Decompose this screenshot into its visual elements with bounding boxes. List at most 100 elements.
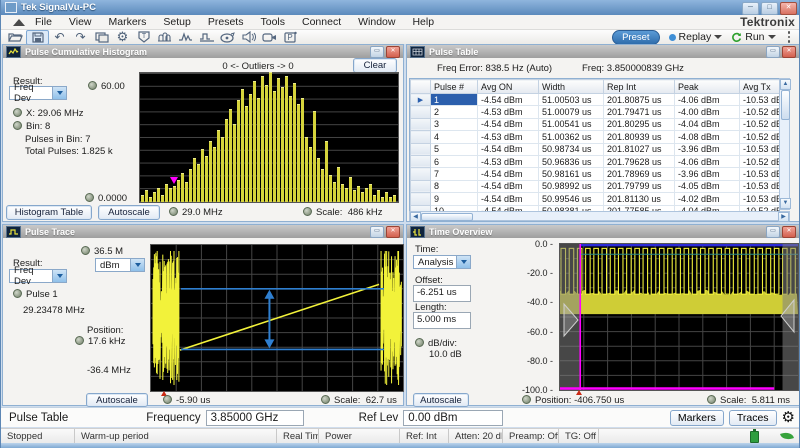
chevron-down-icon[interactable] bbox=[52, 87, 66, 99]
menu-item-presets[interactable]: Presets bbox=[208, 16, 244, 28]
time-dropdown[interactable]: Analysis bbox=[413, 255, 471, 269]
ref-level-input[interactable]: 0.00 dBm bbox=[403, 410, 503, 426]
pulse-trace-minimize-button[interactable]: ▭ bbox=[370, 226, 384, 238]
clear-button[interactable]: Clear bbox=[353, 58, 397, 73]
settings-gear-icon[interactable]: ⚙ bbox=[782, 410, 795, 425]
table-row[interactable]: ▶1-4.54 dBm51.00503 us201.80875 us-4.06 … bbox=[411, 94, 781, 106]
undo-icon[interactable]: ↶ bbox=[49, 31, 70, 44]
adjust-knob-icon[interactable] bbox=[163, 395, 172, 404]
col-header-avg-tx[interactable]: Avg Tx bbox=[740, 80, 781, 94]
pulse-table-vscrollbar[interactable]: ▲ ▼ bbox=[779, 78, 790, 210]
menu-item-markers[interactable]: Markers bbox=[109, 16, 147, 28]
maximize-window-button[interactable]: □ bbox=[761, 2, 778, 15]
table-row[interactable]: 4-4.53 dBm51.00362 us201.80939 us-4.08 d… bbox=[411, 131, 781, 143]
menu-item-connect[interactable]: Connect bbox=[302, 16, 341, 28]
save-icon[interactable] bbox=[26, 30, 49, 45]
time-overview-chart[interactable] bbox=[559, 243, 799, 391]
time-overview-minimize-button[interactable]: ▭ bbox=[766, 226, 780, 238]
pulse-table-titlebar[interactable]: Pulse Table ▭ ✕ bbox=[407, 45, 799, 58]
spectrum-icon[interactable] bbox=[154, 31, 175, 44]
row-selector[interactable] bbox=[411, 155, 431, 167]
time-overview-titlebar[interactable]: Time Overview ▭ ✕ bbox=[407, 225, 799, 238]
adjust-knob-icon[interactable] bbox=[75, 336, 84, 345]
scroll-up-icon[interactable]: ▲ bbox=[780, 79, 791, 90]
histogram-minimize-button[interactable]: ▭ bbox=[370, 46, 384, 58]
row-selector[interactable] bbox=[411, 118, 431, 130]
markers-button[interactable]: Markers bbox=[670, 410, 724, 426]
window-titlebar[interactable]: Tek SignalVu-PC ─ □ ✕ bbox=[1, 0, 800, 15]
row-selector[interactable]: ▶ bbox=[411, 94, 431, 106]
scroll-left-icon[interactable]: ◀ bbox=[410, 212, 421, 222]
adjust-knob-icon[interactable] bbox=[321, 395, 330, 404]
settings-gear-icon[interactable]: ⚙ bbox=[112, 31, 133, 44]
pulse-table-hscrollbar[interactable]: ◀ ▶ bbox=[409, 211, 790, 221]
trigger-tag-icon[interactable]: T bbox=[133, 31, 154, 44]
minimize-window-button[interactable]: ─ bbox=[742, 2, 759, 15]
menu-item-view[interactable]: View bbox=[69, 16, 92, 28]
adjust-knob-icon[interactable] bbox=[415, 338, 424, 347]
pulse-table-close-button[interactable]: ✕ bbox=[782, 46, 796, 58]
adjust-knob-icon[interactable] bbox=[88, 81, 97, 90]
table-row[interactable]: 9-4.54 dBm50.99546 us201.81130 us-4.02 d… bbox=[411, 193, 781, 205]
row-selector[interactable] bbox=[411, 106, 431, 118]
col-header-width[interactable]: Width bbox=[539, 80, 604, 94]
time-domain-icon[interactable] bbox=[196, 31, 217, 44]
col-header-pulse-[interactable]: Pulse # bbox=[431, 80, 478, 94]
histogram-table-button[interactable]: Histogram Table bbox=[6, 205, 92, 220]
chevron-down-icon[interactable] bbox=[456, 256, 470, 268]
row-selector[interactable] bbox=[411, 131, 431, 143]
adjust-knob-icon[interactable] bbox=[522, 395, 531, 404]
unit-dropdown[interactable]: dBm bbox=[95, 258, 145, 272]
col-header-rep-int[interactable]: Rep Int bbox=[604, 80, 675, 94]
menu-item-help[interactable]: Help bbox=[412, 16, 434, 28]
run-dropdown-caret-icon[interactable] bbox=[768, 35, 776, 39]
table-row[interactable]: 3-4.54 dBm51.00541 us201.80295 us-4.04 d… bbox=[411, 118, 781, 130]
menu-item-setup[interactable]: Setup bbox=[163, 16, 190, 28]
overview-autoscale-button[interactable]: Autoscale bbox=[413, 393, 469, 407]
offset-input[interactable]: -6.251 us bbox=[413, 285, 471, 302]
chevron-down-icon[interactable] bbox=[130, 259, 144, 271]
adjust-knob-icon[interactable] bbox=[13, 108, 22, 117]
scroll-down-icon[interactable]: ▼ bbox=[780, 198, 791, 209]
open-folder-icon[interactable] bbox=[5, 31, 26, 44]
menu-item-file[interactable]: File bbox=[35, 16, 52, 28]
vscroll-thumb[interactable] bbox=[781, 90, 790, 120]
adjust-knob-icon[interactable] bbox=[85, 193, 94, 202]
row-selector[interactable] bbox=[411, 193, 431, 205]
col-header-avg-on[interactable]: Avg ON bbox=[478, 80, 539, 94]
traces-button[interactable]: Traces bbox=[729, 410, 777, 426]
histogram-marker-icon[interactable] bbox=[170, 177, 178, 184]
toolbar-overflow-menu-icon[interactable] bbox=[785, 31, 794, 43]
menu-item-window[interactable]: Window bbox=[358, 16, 395, 28]
adjust-knob-icon[interactable] bbox=[13, 121, 22, 130]
col-header-peak[interactable]: Peak bbox=[675, 80, 740, 94]
trace-autoscale-button[interactable]: Autoscale bbox=[86, 393, 148, 407]
replay-dropdown-caret-icon[interactable] bbox=[714, 35, 722, 39]
histogram-close-button[interactable]: ✕ bbox=[386, 46, 400, 58]
pulse-table-container[interactable]: Pulse #Avg ONWidthRep IntPeakAvg TxRise▶… bbox=[409, 78, 780, 212]
chevron-down-icon[interactable] bbox=[52, 270, 66, 282]
row-selector[interactable] bbox=[411, 143, 431, 155]
time-overview-close-button[interactable]: ✕ bbox=[782, 226, 796, 238]
frequency-input[interactable]: 3.85000 GHz bbox=[206, 410, 304, 426]
table-row[interactable]: 5-4.54 dBm50.98734 us201.81027 us-3.96 d… bbox=[411, 143, 781, 155]
amplitude-waveform-icon[interactable] bbox=[175, 31, 196, 44]
replay-control[interactable]: Replay bbox=[669, 31, 723, 43]
table-row[interactable]: 7-4.54 dBm50.98161 us201.78969 us-3.96 d… bbox=[411, 168, 781, 180]
adjust-knob-icon[interactable] bbox=[707, 395, 716, 404]
adjust-knob-icon[interactable] bbox=[303, 207, 312, 216]
table-row[interactable]: 8-4.54 dBm50.98992 us201.79799 us-4.05 d… bbox=[411, 180, 781, 192]
table-row[interactable]: 2-4.53 dBm51.00079 us201.79471 us-4.00 d… bbox=[411, 106, 781, 118]
row-selector[interactable] bbox=[411, 180, 431, 192]
preset-p-icon[interactable]: P bbox=[280, 31, 301, 44]
pulse-trace-close-button[interactable]: ✕ bbox=[386, 226, 400, 238]
scroll-right-icon[interactable]: ▶ bbox=[778, 212, 789, 222]
close-window-button[interactable]: ✕ bbox=[780, 2, 797, 15]
pulse-trace-titlebar[interactable]: Pulse Trace ▭ ✕ bbox=[3, 225, 403, 238]
histogram-autoscale-button[interactable]: Autoscale bbox=[98, 205, 160, 220]
histogram-chart[interactable] bbox=[139, 72, 399, 203]
result-dropdown[interactable]: Freq Dev bbox=[9, 86, 67, 100]
adjust-knob-icon[interactable] bbox=[13, 289, 22, 298]
hscroll-thumb[interactable] bbox=[421, 213, 473, 221]
camera-icon[interactable] bbox=[259, 31, 280, 44]
